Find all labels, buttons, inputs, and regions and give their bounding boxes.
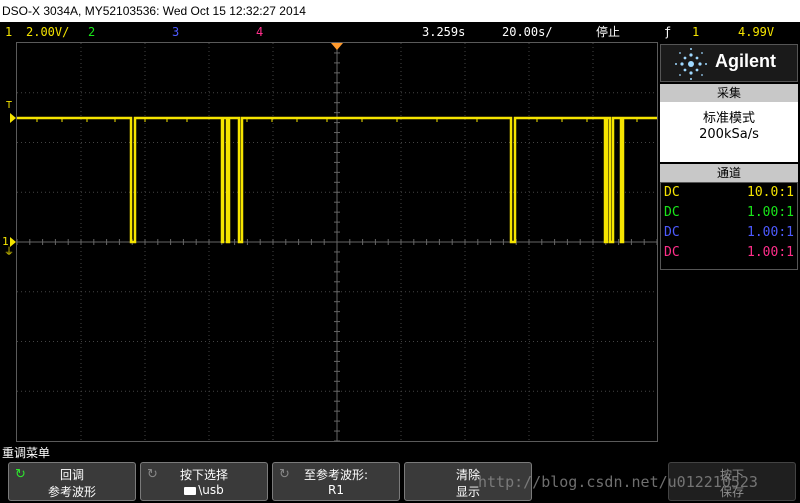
time-scale[interactable]: 20.00s/ — [502, 22, 553, 42]
run-state[interactable]: 停止 — [596, 22, 620, 42]
softkey-menu-title: 重调菜单 — [2, 446, 51, 460]
channel-row-3[interactable]: DC 1.00:1 — [661, 223, 797, 243]
ch1-scale[interactable]: 2.00V/ — [26, 22, 69, 42]
ch4-number[interactable]: 4 — [256, 22, 263, 42]
agilent-spark-icon — [675, 48, 707, 80]
graticule-svg — [17, 43, 657, 441]
trigger-level[interactable]: 4.99V — [738, 22, 774, 42]
channel-probe-ratio: 1.00:1 — [747, 205, 794, 220]
to-reference-button[interactable]: ↻ 至参考波形: R1 — [272, 462, 400, 501]
softkey-line2: 参考波形 — [47, 485, 96, 499]
softkey-line1: 至参考波形: — [303, 468, 369, 482]
usb-drive-icon — [184, 486, 197, 495]
channel-coupling: DC — [664, 205, 680, 220]
ground-icon: ⏚ — [4, 247, 14, 258]
sample-rate: 200kSa/s — [699, 127, 759, 142]
watermark: http://blog.csdn.net/u012210523 — [478, 473, 758, 491]
trigger-level-marker: T — [6, 100, 13, 111]
channels-panel[interactable]: DC 10.0:1 DC 1.00:1 DC 1.00:1 DC 1.00:1 — [660, 182, 798, 270]
select-file-button[interactable]: ↻ 按下选择 \usb — [140, 462, 268, 501]
recall-reference-button[interactable]: ↻ 回调 参考波形 — [8, 462, 136, 501]
ch3-number[interactable]: 3 — [172, 22, 179, 42]
brand-name: Agilent — [715, 51, 776, 71]
trigger-position-marker — [331, 43, 343, 50]
softkey-line1: 回调 — [59, 468, 84, 482]
ch1-number[interactable]: 1 — [5, 22, 12, 42]
softkey-line1: 按下选择 — [179, 468, 228, 482]
ch2-number[interactable]: 2 — [88, 22, 95, 42]
softkey-line2: R1 — [328, 483, 344, 497]
status-bar: 1 2.00V/ 2 3 4 3.259s 20.00s/ 停止 ƒ 1 4.9… — [0, 22, 800, 42]
channel-row-4[interactable]: DC 1.00:1 — [661, 243, 797, 263]
window-title: DSO-X 3034A, MY52103536: Wed Oct 15 12:3… — [0, 0, 800, 22]
channel-probe-ratio: 1.00:1 — [747, 225, 794, 240]
channel-probe-ratio: 10.0:1 — [747, 185, 794, 200]
trigger-source[interactable]: 1 — [692, 22, 699, 42]
acquire-panel[interactable]: 标准模式 200kSa/s — [660, 102, 798, 162]
acquire-mode: 标准模式 — [702, 111, 755, 126]
side-panel: Agilent 采集 标准模式 200kSa/s 通道 DC 10.0:1 DC… — [660, 44, 798, 442]
channel-coupling: DC — [664, 225, 680, 240]
channel-row-1[interactable]: DC 10.0:1 — [661, 183, 797, 203]
agilent-logo: Agilent — [660, 44, 798, 82]
time-delay[interactable]: 3.259s — [422, 22, 465, 42]
channel-coupling: DC — [664, 185, 680, 200]
channels-header: 通道 — [660, 164, 798, 182]
waveform-display[interactable] — [16, 42, 658, 442]
channel-row-2[interactable]: DC 1.00:1 — [661, 203, 797, 223]
channel-coupling: DC — [664, 245, 680, 260]
channel-probe-ratio: 1.00:1 — [747, 245, 794, 260]
softkey-line2: \usb — [141, 483, 267, 497]
trigger-edge-icon: ƒ — [664, 25, 672, 39]
acquire-header: 采集 — [660, 84, 798, 102]
